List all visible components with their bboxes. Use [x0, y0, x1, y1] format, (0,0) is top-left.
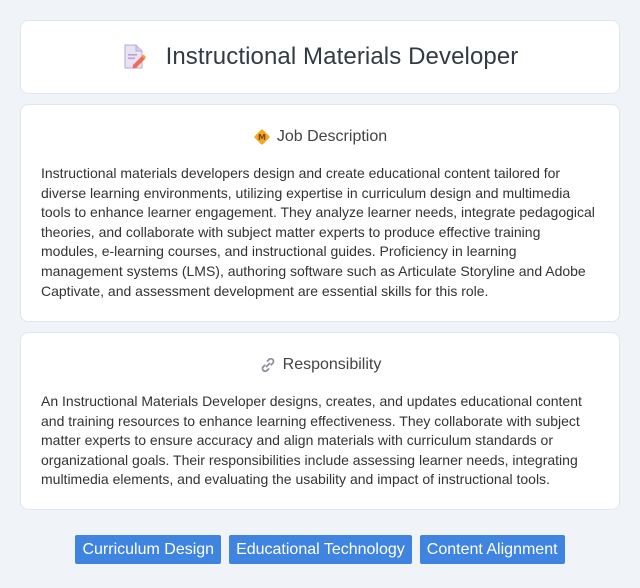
job-description-card: M Job Description Instructional material…: [20, 104, 620, 322]
svg-text:M: M: [258, 133, 266, 142]
diamond-badge-icon: M: [253, 128, 271, 146]
page-title: Instructional Materials Developer: [165, 43, 519, 70]
header-card: Instructional Materials Developer: [20, 20, 620, 94]
section-title: Job Description: [276, 128, 388, 145]
document-edit-icon: [122, 44, 146, 70]
skill-tags: Curriculum Design Educational Technology…: [0, 535, 640, 564]
responsibility-heading: Responsibility: [41, 355, 599, 375]
responsibility-text: An Instructional Materials Developer des…: [41, 393, 582, 488]
link-icon: [259, 356, 277, 374]
page: Instructional Materials Developer M Job …: [0, 0, 640, 588]
tag-content-alignment[interactable]: Content Alignment: [419, 535, 565, 564]
tag-curriculum-design[interactable]: Curriculum Design: [75, 535, 222, 564]
job-description-heading: M Job Description: [41, 127, 599, 147]
tag-educational-technology[interactable]: Educational Technology: [229, 535, 412, 564]
responsibility-card: Responsibility An Instructional Material…: [20, 332, 620, 510]
job-description-text: Instructional materials developers desig…: [41, 165, 595, 299]
section-title: Responsibility: [282, 356, 382, 373]
